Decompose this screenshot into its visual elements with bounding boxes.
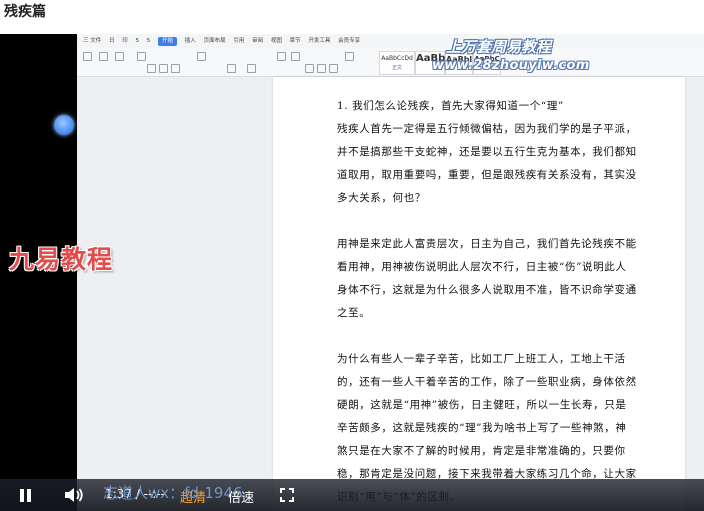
menu-item-redo[interactable]: 5 bbox=[147, 34, 151, 48]
quality-button[interactable]: 超清 bbox=[180, 487, 206, 506]
menu-item-print[interactable]: 印 bbox=[122, 34, 128, 48]
italic-icon[interactable] bbox=[159, 64, 168, 73]
promo-watermark: 上万套周易教程 bbox=[446, 38, 552, 56]
document-paragraph: 1. 我们怎么论残疾，首先大家得知道一个“理” 残疾人首先一定得是五行倾微偏枯，… bbox=[337, 100, 637, 204]
pause-icon[interactable] bbox=[20, 489, 32, 502]
highlight-icon[interactable] bbox=[247, 64, 256, 73]
style-normal[interactable]: AaBbCcDd 正文 bbox=[379, 51, 415, 75]
page-title: 残疾篇 bbox=[4, 4, 46, 20]
underline-icon[interactable] bbox=[171, 64, 180, 73]
wps-ribbon: AaBbCcDd 正文 AaBb AaBbl AaBbC bbox=[77, 48, 704, 77]
speed-button[interactable]: 倍速 bbox=[228, 487, 254, 506]
tab-review[interactable]: 审阅 bbox=[252, 34, 263, 48]
tab-view[interactable]: 视图 bbox=[271, 34, 282, 48]
align-right-icon[interactable] bbox=[329, 64, 338, 73]
bullet-list-icon[interactable] bbox=[277, 52, 286, 61]
url-watermark: www.28zhouyiw.com bbox=[432, 58, 590, 73]
font-family-select[interactable] bbox=[137, 52, 146, 61]
menu-item-save[interactable]: 日 bbox=[109, 34, 115, 48]
document-paragraph: 用神是来定此人富贵层次，日主为自己，我们首先论残疾不能看用神，用神被伤说明此人层… bbox=[337, 238, 637, 319]
line-spacing-icon[interactable] bbox=[345, 52, 354, 61]
cut-icon[interactable] bbox=[99, 52, 108, 61]
tab-chapter[interactable]: 章节 bbox=[290, 34, 301, 48]
tab-member[interactable]: 会员专享 bbox=[338, 34, 360, 48]
align-left-icon[interactable] bbox=[305, 64, 314, 73]
numbered-list-icon[interactable] bbox=[291, 52, 300, 61]
volume-icon[interactable] bbox=[64, 487, 84, 503]
style-name: 正文 bbox=[391, 65, 402, 71]
align-center-icon[interactable] bbox=[317, 64, 326, 73]
video-player[interactable]: 三 文件 日 印 5 5 开始 插入 页面布局 引用 审阅 视图 章节 开发工具… bbox=[0, 34, 704, 511]
tab-home[interactable]: 开始 bbox=[158, 37, 178, 46]
tab-references[interactable]: 引用 bbox=[233, 34, 244, 48]
menu-item-undo[interactable]: 5 bbox=[136, 34, 140, 48]
wps-menubar: 三 文件 日 印 5 5 开始 插入 页面布局 引用 审阅 视图 章节 开发工具… bbox=[77, 34, 704, 48]
brand-watermark: 九易教程 bbox=[9, 245, 114, 274]
font-color-icon[interactable] bbox=[227, 64, 236, 73]
fullscreen-icon[interactable] bbox=[280, 488, 294, 502]
player-controls: 1:37 / --:-- 志道人wx：fd-1946 超清 倍速 bbox=[0, 479, 704, 511]
copy-icon[interactable] bbox=[115, 52, 124, 61]
style-preview: AaBbCcDd bbox=[381, 55, 413, 62]
tab-insert[interactable]: 插入 bbox=[185, 34, 196, 48]
tab-developer[interactable]: 开发工具 bbox=[308, 34, 330, 48]
cursor-highlight-icon bbox=[54, 115, 74, 135]
document-body[interactable]: 1. 我们怎么论残疾，首先大家得知道一个“理” 残疾人首先一定得是五行倾微偏枯，… bbox=[337, 95, 637, 511]
contact-watermark: 志道人wx：fd-1946 bbox=[103, 484, 243, 502]
tab-page-layout[interactable]: 页面布局 bbox=[204, 34, 226, 48]
document-page[interactable]: 1. 我们怎么论残疾，首先大家得知道一个“理” 残疾人首先一定得是五行倾微偏枯，… bbox=[273, 77, 685, 511]
paste-icon[interactable] bbox=[83, 52, 92, 61]
bold-icon[interactable] bbox=[147, 64, 156, 73]
wps-window: 三 文件 日 印 5 5 开始 插入 页面布局 引用 审阅 视图 章节 开发工具… bbox=[77, 34, 704, 511]
menu-item-file[interactable]: 三 文件 bbox=[83, 34, 101, 48]
font-size-select[interactable] bbox=[197, 52, 206, 61]
